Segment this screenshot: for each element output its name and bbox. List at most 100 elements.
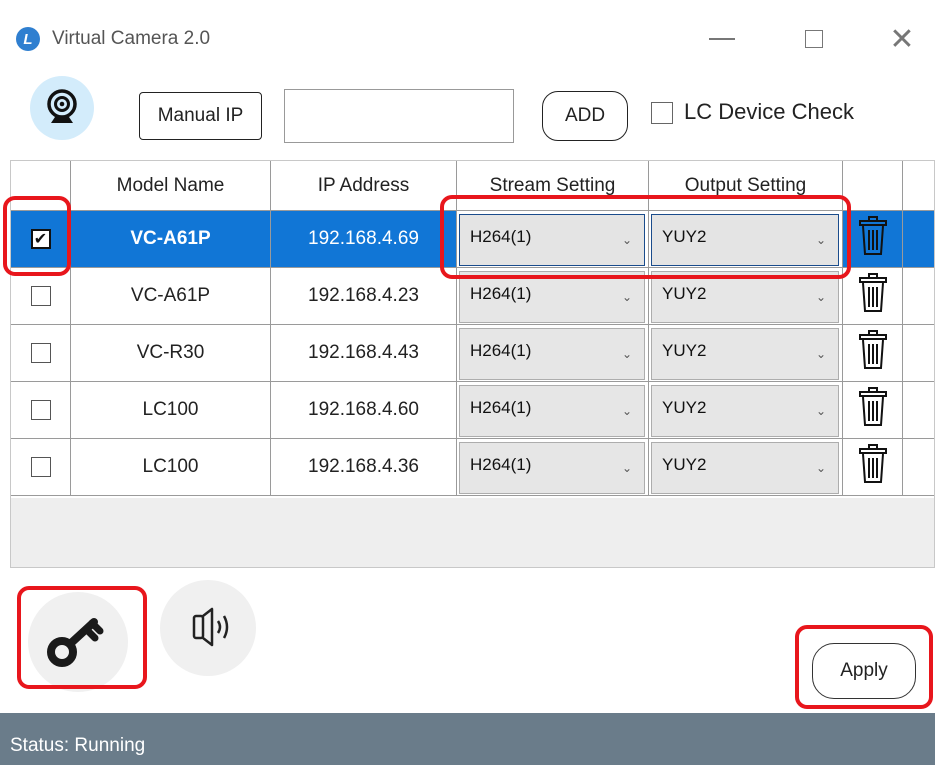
- delete-cell: [843, 325, 903, 382]
- stream-setting-dropdown[interactable]: H264(1) ⌄: [459, 442, 645, 494]
- minimize-icon: [709, 38, 735, 40]
- stream-setting-value: H264(1): [470, 341, 532, 360]
- output-setting-cell: YUY2 ⌄: [649, 439, 843, 496]
- ip-address-cell: 192.168.4.60: [271, 382, 457, 439]
- key-button[interactable]: [28, 592, 128, 692]
- trash-icon: [858, 444, 887, 483]
- delete-cell: [843, 268, 903, 325]
- stream-setting-value: H264(1): [470, 398, 532, 417]
- row-select-checkbox[interactable]: [30, 286, 51, 306]
- model-name-cell: LC100: [71, 439, 271, 496]
- ip-address-cell: 192.168.4.23: [271, 268, 457, 325]
- column-header-delete: [843, 161, 903, 211]
- output-setting-value: YUY2: [662, 341, 707, 360]
- ip-address-cell: 192.168.4.69: [271, 211, 457, 268]
- add-button[interactable]: ADD: [542, 91, 628, 141]
- output-setting-dropdown[interactable]: YUY2 ⌄: [651, 214, 839, 266]
- row-select-checkbox[interactable]: [30, 400, 51, 420]
- output-setting-dropdown[interactable]: YUY2 ⌄: [651, 328, 839, 380]
- column-header-stream-setting[interactable]: Stream Setting: [457, 161, 649, 211]
- table-row[interactable]: LC100 192.168.4.60 H264(1) ⌄ YUY2 ⌄: [11, 382, 934, 439]
- key-icon: [47, 618, 104, 667]
- vibrate-icon: [192, 607, 229, 647]
- row-select-cell: [11, 325, 71, 382]
- chevron-down-icon: ⌄: [815, 233, 826, 247]
- delete-row-button[interactable]: [858, 273, 887, 319]
- row-select-cell: [11, 382, 71, 439]
- close-button[interactable]: ✕: [872, 18, 932, 60]
- stream-setting-cell: H264(1) ⌄: [457, 382, 649, 439]
- output-setting-value: YUY2: [662, 284, 707, 303]
- delete-cell: [843, 439, 903, 496]
- row-filler-cell: [903, 382, 934, 439]
- chevron-down-icon: ⌄: [621, 461, 632, 475]
- chevron-down-icon: ⌄: [621, 404, 632, 418]
- output-setting-value: YUY2: [662, 227, 707, 246]
- output-setting-cell: YUY2 ⌄: [649, 382, 843, 439]
- chevron-down-icon: ⌄: [621, 233, 632, 247]
- stream-setting-dropdown[interactable]: H264(1) ⌄: [459, 214, 645, 266]
- delete-row-button[interactable]: [858, 387, 887, 433]
- column-header-select: [11, 161, 71, 211]
- stream-setting-value: H264(1): [470, 455, 532, 474]
- chevron-down-icon: ⌄: [815, 404, 826, 418]
- vibrate-button[interactable]: [160, 580, 256, 676]
- device-table-body: Model Name IP Address Stream Setting Out…: [11, 161, 934, 498]
- stream-setting-dropdown[interactable]: H264(1) ⌄: [459, 328, 645, 380]
- table-row[interactable]: LC100 192.168.4.36 H264(1) ⌄ YUY2 ⌄: [11, 439, 934, 496]
- chevron-down-icon: ⌄: [815, 347, 826, 361]
- output-setting-cell: YUY2 ⌄: [649, 268, 843, 325]
- ip-address-cell: 192.168.4.43: [271, 325, 457, 382]
- table-row[interactable]: VC-R30 192.168.4.43 H264(1) ⌄ YUY2 ⌄: [11, 325, 934, 382]
- column-header-output-setting[interactable]: Output Setting: [649, 161, 843, 211]
- lc-device-check-checkbox[interactable]: [651, 102, 673, 124]
- webcam-icon: [30, 76, 94, 140]
- stream-setting-cell: H264(1) ⌄: [457, 325, 649, 382]
- stream-setting-value: H264(1): [470, 284, 532, 303]
- app-logo-icon: L: [16, 27, 40, 51]
- stream-setting-cell: H264(1) ⌄: [457, 439, 649, 496]
- output-setting-dropdown[interactable]: YUY2 ⌄: [651, 385, 839, 437]
- model-name-cell: VC-R30: [71, 325, 271, 382]
- output-setting-value: YUY2: [662, 398, 707, 417]
- output-setting-cell: YUY2 ⌄: [649, 211, 843, 268]
- ip-address-input[interactable]: [284, 89, 514, 143]
- output-setting-cell: YUY2 ⌄: [649, 325, 843, 382]
- stream-setting-dropdown[interactable]: H264(1) ⌄: [459, 385, 645, 437]
- stream-setting-cell: H264(1) ⌄: [457, 268, 649, 325]
- output-setting-dropdown[interactable]: YUY2 ⌄: [651, 442, 839, 494]
- output-setting-dropdown[interactable]: YUY2 ⌄: [651, 271, 839, 323]
- stream-setting-value: H264(1): [470, 227, 532, 246]
- chevron-down-icon: ⌄: [815, 290, 826, 304]
- output-setting-value: YUY2: [662, 455, 707, 474]
- delete-row-button[interactable]: [858, 216, 887, 262]
- maximize-button[interactable]: [784, 18, 844, 60]
- row-select-checkbox[interactable]: ✔: [30, 229, 51, 249]
- title-bar: L Virtual Camera 2.0 ✕: [0, 0, 935, 66]
- row-select-checkbox[interactable]: [30, 343, 51, 363]
- chevron-down-icon: ⌄: [621, 290, 632, 304]
- stream-setting-dropdown[interactable]: H264(1) ⌄: [459, 271, 645, 323]
- table-row[interactable]: ✔ VC-A61P 192.168.4.69 H264(1) ⌄ YUY2 ⌄: [11, 211, 934, 268]
- row-select-cell: ✔: [11, 211, 71, 268]
- row-select-checkbox[interactable]: [30, 457, 51, 477]
- status-bar: Status: Running: [0, 713, 935, 765]
- lc-device-check-label: LC Device Check: [684, 99, 854, 124]
- manual-ip-button[interactable]: Manual IP: [139, 92, 262, 140]
- model-name-cell: VC-A61P: [71, 211, 271, 268]
- row-filler-cell: [903, 211, 934, 268]
- delete-row-button[interactable]: [858, 330, 887, 376]
- table-row[interactable]: VC-A61P 192.168.4.23 H264(1) ⌄ YUY2 ⌄: [11, 268, 934, 325]
- apply-button[interactable]: Apply: [812, 643, 916, 699]
- column-header-ip-address[interactable]: IP Address: [271, 161, 457, 211]
- column-header-filler: [903, 161, 934, 211]
- column-header-model-name[interactable]: Model Name: [71, 161, 271, 211]
- minimize-button[interactable]: [692, 18, 752, 60]
- stream-setting-cell: H264(1) ⌄: [457, 211, 649, 268]
- row-filler-cell: [903, 325, 934, 382]
- delete-row-button[interactable]: [858, 444, 887, 490]
- trash-icon: [858, 330, 887, 369]
- row-select-cell: [11, 439, 71, 496]
- maximize-icon: [805, 30, 823, 48]
- chevron-down-icon: ⌄: [815, 461, 826, 475]
